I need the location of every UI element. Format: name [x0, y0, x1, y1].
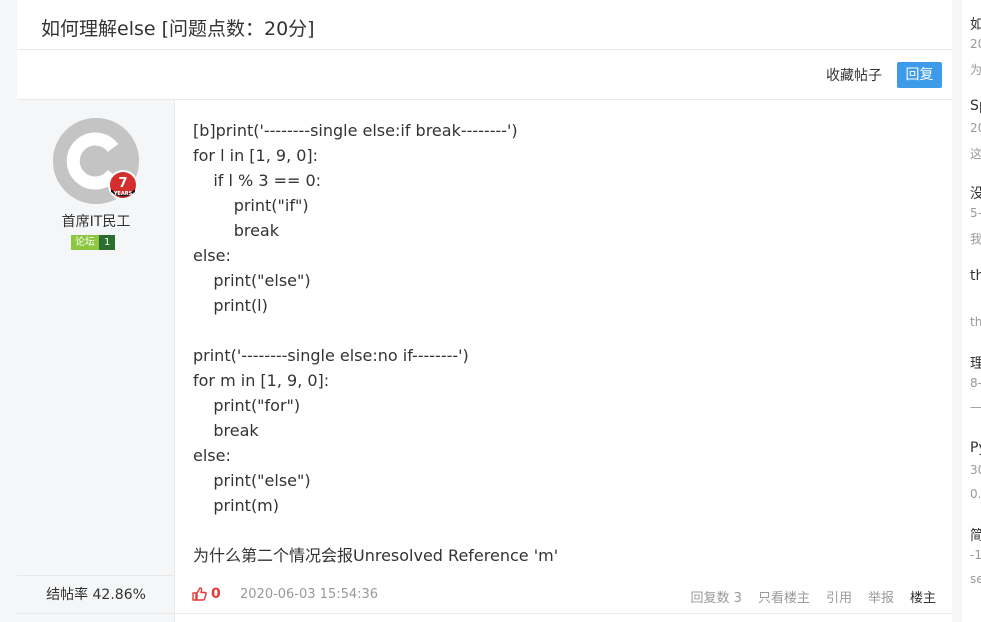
post-footer-links: 回复数 3 只看楼主 引用 举报 楼主	[691, 587, 936, 606]
post-line: print("for")	[193, 396, 301, 415]
post-line	[193, 518, 933, 543]
like-button[interactable]: 0	[192, 586, 221, 602]
post-time: 2020-06-03 15:54:36	[240, 587, 379, 602]
post-line: break	[193, 221, 279, 240]
related-post-title[interactable]: th	[970, 268, 981, 284]
post-line: print(m)	[193, 496, 280, 515]
post-line	[193, 318, 933, 343]
years-label: YEARS	[113, 191, 133, 197]
related-post-meta: 20	[970, 121, 981, 135]
years-number: 7	[118, 176, 127, 191]
author-name[interactable]: 首席IT民工	[17, 211, 175, 231]
post-line: print("if")	[193, 196, 309, 215]
related-post-snippet: 0.	[970, 487, 981, 501]
post-line: for m in [1, 9, 0]:	[193, 371, 330, 390]
favorite-post-link[interactable]: 收藏帖子	[826, 65, 882, 85]
post-line: else:	[193, 446, 231, 465]
level-name: 论坛	[71, 235, 99, 250]
quote-link[interactable]: 引用	[826, 587, 852, 606]
related-post-title[interactable]: Py	[970, 440, 981, 456]
years-badge-icon: 7 YEARS	[108, 170, 138, 200]
related-post-snippet: —	[970, 400, 981, 414]
related-post-snippet: 我	[970, 232, 981, 246]
divider	[17, 613, 952, 614]
thumbs-up-icon	[192, 587, 207, 601]
report-link[interactable]: 举报	[868, 587, 894, 606]
post-line: [b]print('--------single else:if break--…	[193, 121, 518, 140]
related-post-snippet: th	[970, 315, 981, 329]
related-post-snippet: 为	[970, 63, 981, 77]
related-post-title[interactable]: 理	[970, 353, 981, 373]
post-line: print("else")	[193, 271, 311, 290]
related-post-meta: 5-	[970, 206, 981, 220]
related-post-title[interactable]: 没	[970, 183, 981, 203]
close-rate: 结帖率 42.86%	[17, 575, 175, 613]
level-number: 1	[99, 235, 116, 250]
action-bar: 收藏帖子 回复	[17, 50, 952, 100]
related-post-meta: 30	[970, 463, 981, 477]
post-line: else:	[193, 246, 231, 265]
post-content: [b]print('--------single else:if break--…	[193, 118, 933, 568]
related-post-snippet: 这	[970, 147, 981, 161]
post-line: if l % 3 == 0:	[193, 171, 322, 190]
only-op-link[interactable]: 只看楼主	[758, 587, 810, 606]
level-badge: 论坛 1	[71, 235, 116, 250]
main-panel: 如何理解else [问题点数：20分] 收藏帖子 回复 7 YEARS 首席IT…	[17, 0, 952, 622]
thread-title: 如何理解else [问题点数：20分]	[17, 0, 952, 50]
post-line: for l in [1, 9, 0]:	[193, 146, 319, 165]
related-post-title[interactable]: 如	[970, 14, 981, 34]
author-panel: 7 YEARS 首席IT民工 论坛 1 结帖率 42.86%	[17, 100, 175, 622]
reply-button[interactable]: 回复	[897, 62, 942, 88]
post-line: break	[193, 421, 259, 440]
post-line: print("else")	[193, 471, 311, 490]
related-posts-sidebar: 如 20 为 Sp 20 这没 5- 我 th th 理 8- — Py 30 0. 简 -1 se	[962, 0, 981, 622]
related-post-meta: 8-	[970, 376, 981, 390]
post-line: print('--------single else:no if--------…	[193, 346, 469, 365]
related-post-title[interactable]: Sp	[970, 98, 981, 114]
related-post-title[interactable]: 简	[970, 525, 981, 545]
post-footer: 0 2020-06-03 15:54:36 回复数 3 只看楼主 引用 举报 楼…	[176, 576, 952, 613]
post-line: print(l)	[193, 296, 268, 315]
floor-label: 楼主	[909, 591, 936, 606]
related-post-meta: -1	[970, 548, 981, 562]
related-post-snippet: se	[970, 572, 981, 586]
related-post-meta: 20	[970, 37, 981, 51]
post-line: 为什么第二个情况会报Unresolved Reference 'm'	[193, 546, 559, 565]
like-count: 0	[211, 586, 221, 602]
reply-count-link[interactable]: 回复数 3	[691, 587, 742, 606]
